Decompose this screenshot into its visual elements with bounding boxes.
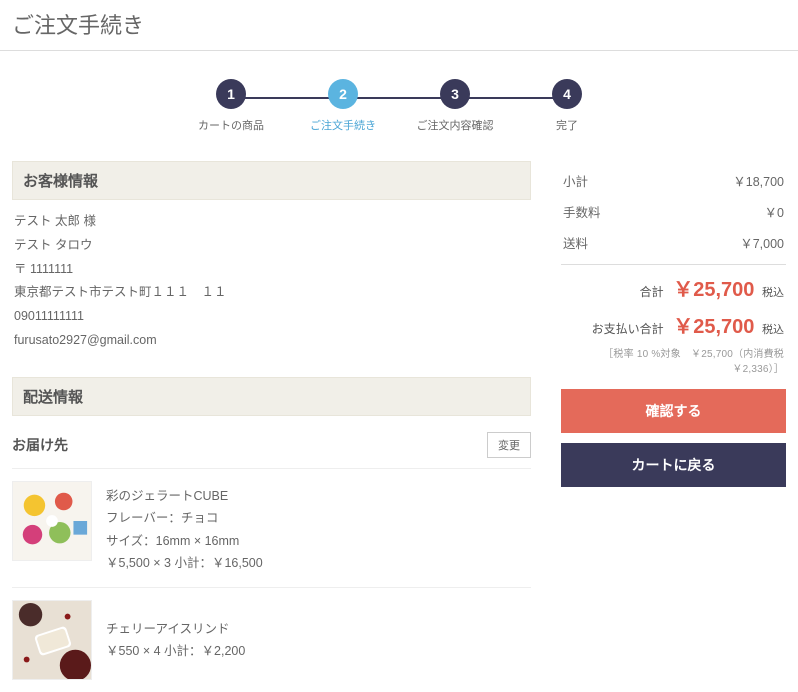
change-address-button[interactable]: 変更 xyxy=(487,432,531,458)
customer-email: furusato2927@gmail.com xyxy=(14,329,529,353)
customer-phone: 09011111111 xyxy=(14,305,529,329)
item-thumbnail xyxy=(12,600,92,680)
page-title: ご注文手続き xyxy=(0,0,798,51)
item-thumbnail xyxy=(12,481,92,561)
fee-label: 手数料 xyxy=(563,202,601,221)
step-circle: 1 xyxy=(216,79,246,109)
progress-steps: 1 カートの商品 2 ご注文手続き 3 ご注文内容確認 4 完了 xyxy=(0,51,798,151)
left-column: お客様情報 テスト 太郎 様 テスト タロウ 〒 1111111 東京都テスト市… xyxy=(12,161,531,692)
customer-address: 東京都テスト市テスト町１１１ １１ xyxy=(14,281,529,305)
step-1: 1 カートの商品 xyxy=(175,79,287,133)
pay-label: お支払い合計 xyxy=(592,322,664,336)
item-name: 彩のジェラートCUBE xyxy=(106,485,263,508)
item-option: フレーバー：チョコ xyxy=(106,507,263,530)
step-circle: 3 xyxy=(440,79,470,109)
cart-item: 彩のジェラートCUBE フレーバー：チョコ サイズ：16mm × 16mm ￥5… xyxy=(12,468,531,587)
pay-value: ￥25,700 xyxy=(673,316,754,338)
grand-value: ￥25,700 xyxy=(673,279,754,301)
item-name: チェリーアイスリンド xyxy=(106,618,245,641)
step-label: 完了 xyxy=(511,117,623,133)
customer-kana: テスト タロウ xyxy=(14,234,529,258)
shipping-sub-heading: お届け先 xyxy=(12,435,68,455)
customer-postal: 〒 1111111 xyxy=(14,258,529,282)
step-label: ご注文内容確認 xyxy=(399,117,511,133)
step-circle: 2 xyxy=(328,79,358,109)
subtotal-value: ￥18,700 xyxy=(733,171,784,190)
fee-value: ￥0 xyxy=(765,202,784,221)
step-label: ご注文手続き xyxy=(287,117,399,133)
shipping-heading: 配送情報 xyxy=(12,377,531,416)
tax-note: ［税率 10 %対象 ￥25,700（内消費税 ￥2,336）］ xyxy=(561,343,786,389)
step-3: 3 ご注文内容確認 xyxy=(399,79,511,133)
item-price-line: ￥550 × 4 小計：￥2,200 xyxy=(106,640,245,663)
back-to-cart-button[interactable]: カートに戻る xyxy=(561,443,786,487)
pay-tax: 税込 xyxy=(762,324,784,336)
customer-info: テスト 太郎 様 テスト タロウ 〒 1111111 東京都テスト市テスト町１１… xyxy=(12,210,531,377)
cart-item: チェリーアイスリンド ￥550 × 4 小計：￥2,200 xyxy=(12,587,531,692)
separator xyxy=(561,264,786,265)
ship-label: 送料 xyxy=(563,233,588,252)
confirm-button[interactable]: 確認する xyxy=(561,389,786,433)
customer-name: テスト 太郎 様 xyxy=(14,210,529,234)
step-circle: 4 xyxy=(552,79,582,109)
step-label: カートの商品 xyxy=(175,117,287,133)
grand-label: 合計 xyxy=(640,285,664,299)
item-option: サイズ：16mm × 16mm xyxy=(106,530,263,553)
step-4: 4 完了 xyxy=(511,79,623,133)
item-price-line: ￥5,500 × 3 小計：￥16,500 xyxy=(106,552,263,575)
subtotal-label: 小計 xyxy=(563,171,588,190)
grand-tax: 税込 xyxy=(762,287,784,299)
ship-value: ￥7,000 xyxy=(740,233,784,252)
customer-heading: お客様情報 xyxy=(12,161,531,200)
step-2: 2 ご注文手続き xyxy=(287,79,399,133)
summary-panel: 小計 ￥18,700 手数料 ￥0 送料 ￥7,000 合計 ￥25,700 税… xyxy=(561,161,786,497)
